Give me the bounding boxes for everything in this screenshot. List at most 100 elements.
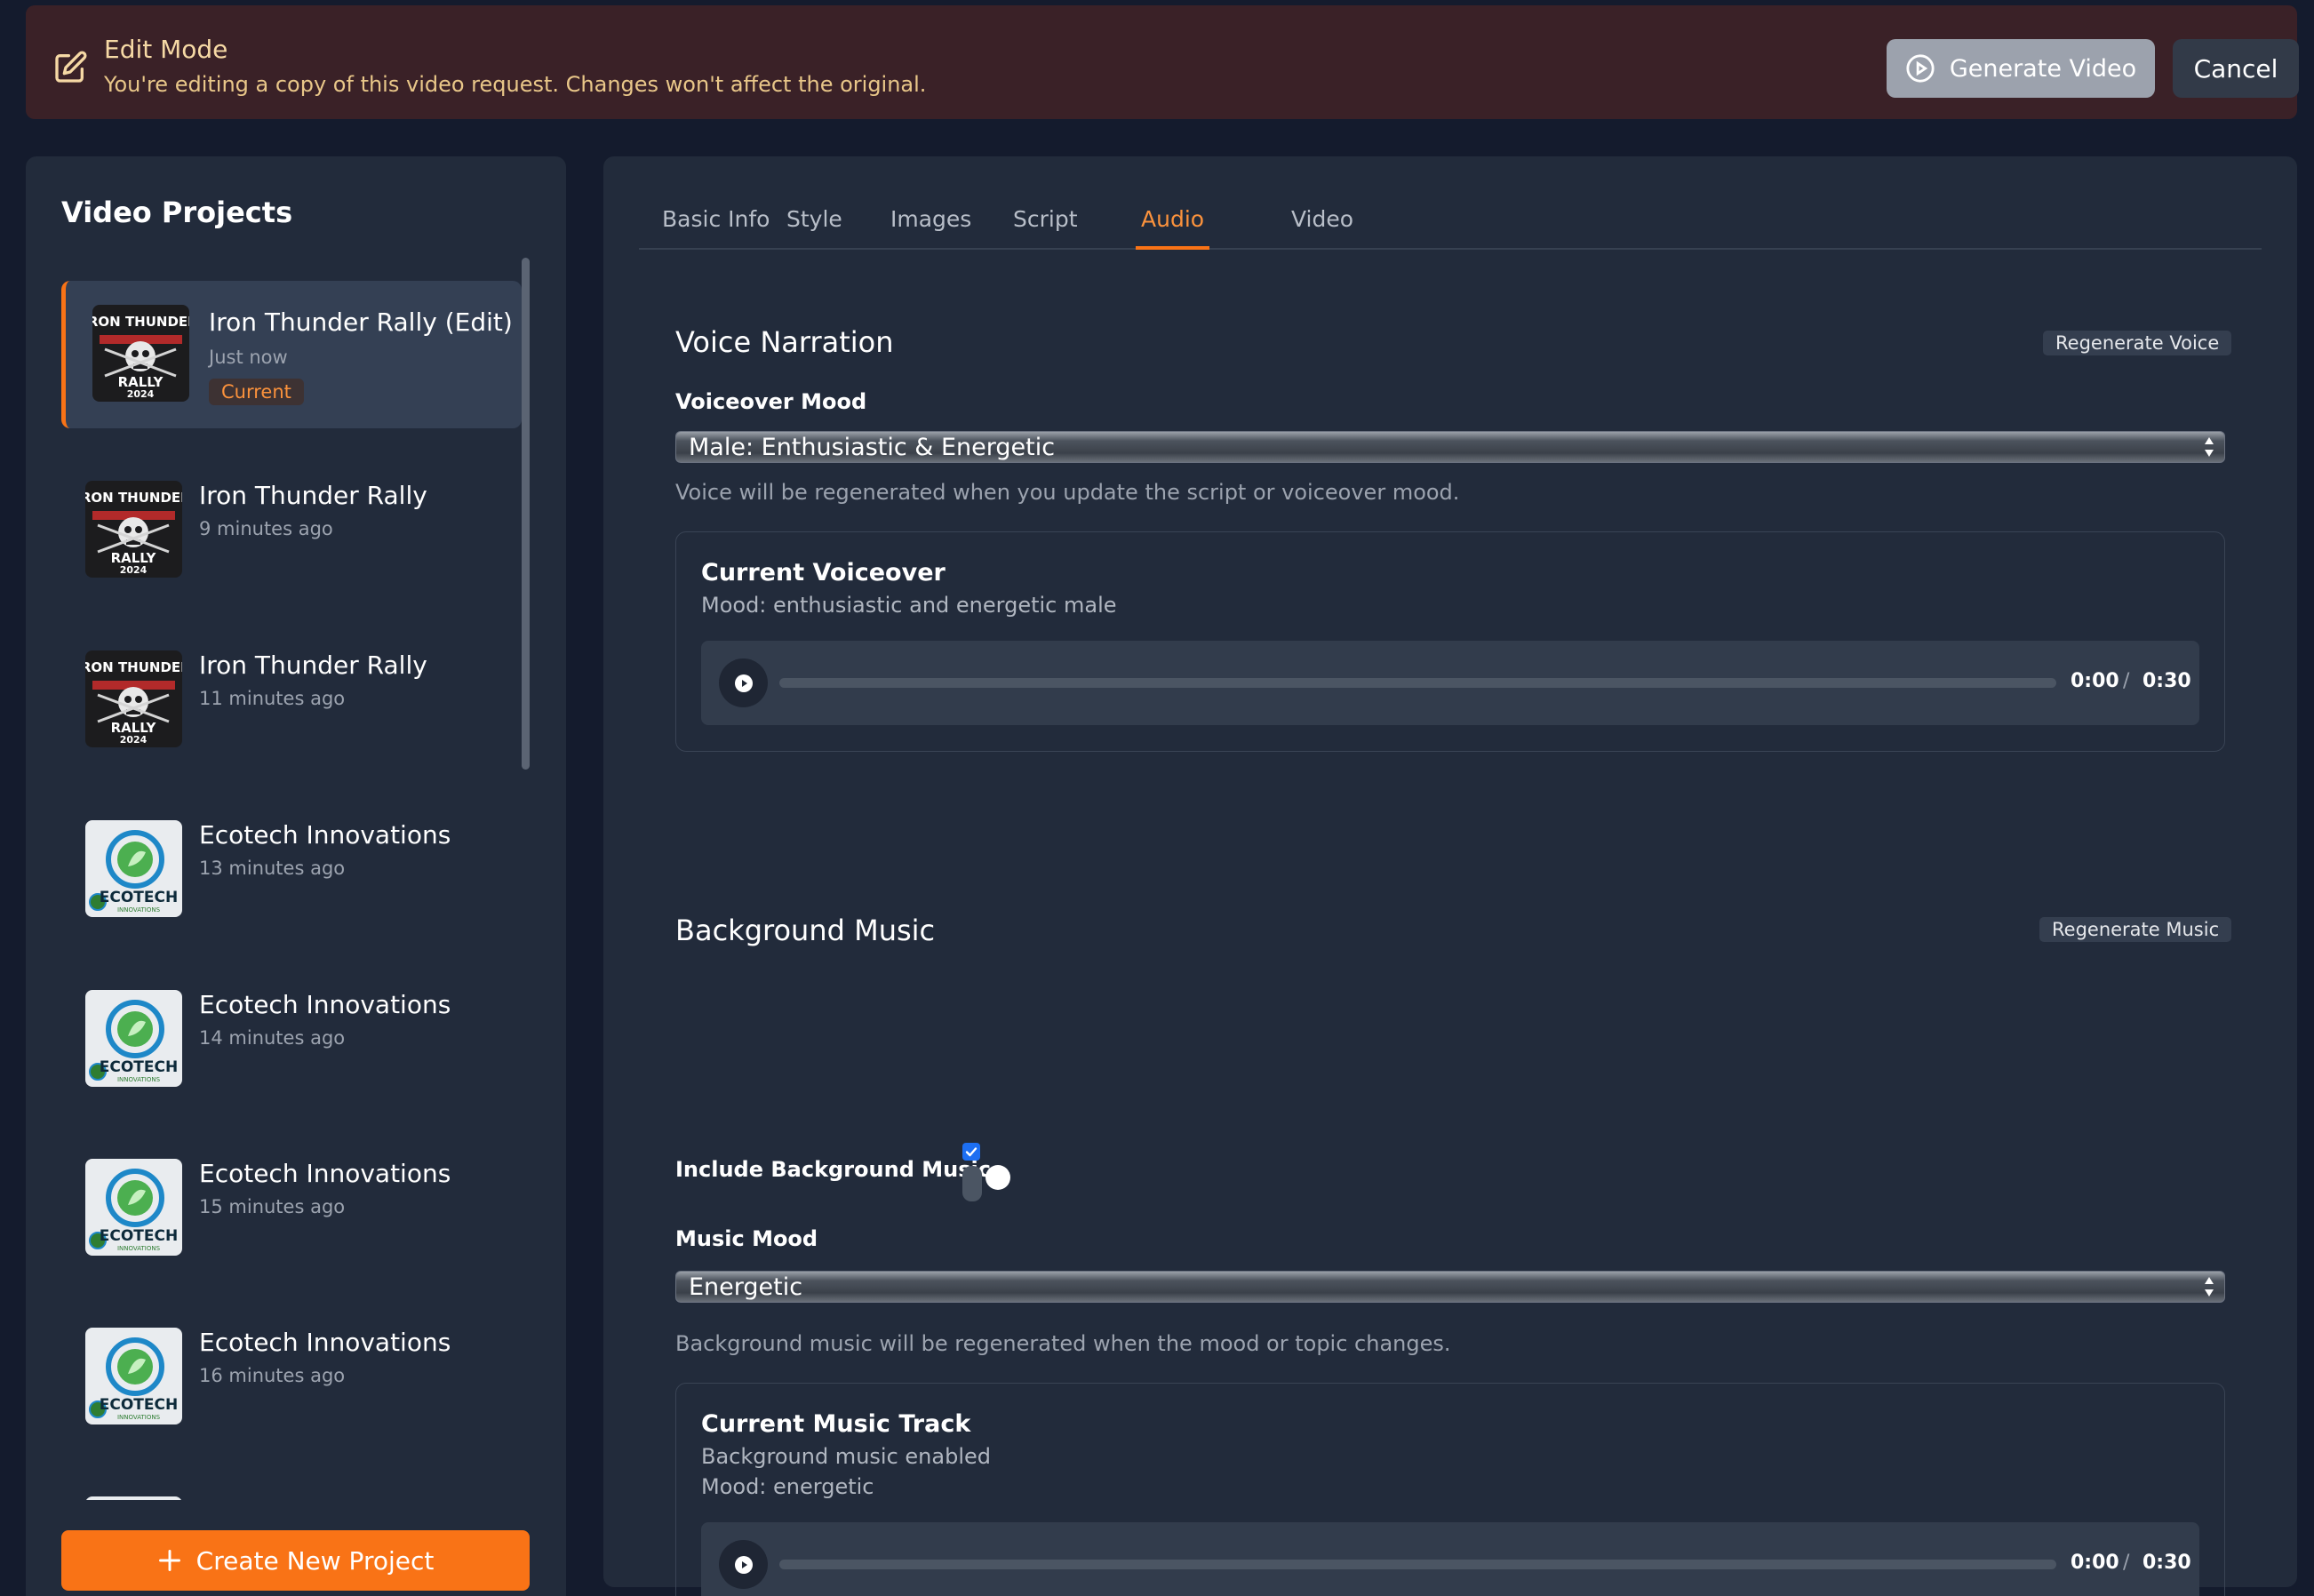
create-new-project-label: Create New Project [195,1545,435,1576]
generate-video-button[interactable]: Generate Video [1887,39,2155,98]
music-audio-player: 0:00/ 0:30 [701,1522,2199,1596]
project-item[interactable]: ECOTECH INNOVATIONS Ecotech Innovations 14 … [61,965,522,1113]
svg-text:INNOVATIONS: INNOVATIONS [117,1076,161,1083]
project-name: Iron Thunder Rally [199,481,427,510]
iron-thunder-rally-logo: IRON THUNDERRALLY2024 [85,650,182,747]
play-circle-icon [1906,54,1935,83]
select-arrows-icon [2205,437,2214,457]
tab-images[interactable]: Images [890,206,971,250]
current-voiceover-title: Current Voiceover [701,559,946,587]
music-mood-label: Music Mood [675,1226,818,1251]
music-progress-track[interactable] [779,1560,2056,1569]
regenerate-voice-button[interactable]: Regenerate Voice [2043,331,2232,355]
project-item-current[interactable]: IRON THUNDERRALLY2024 Iron Thunder Rally … [61,281,522,428]
toggle-knob[interactable] [985,1165,1010,1190]
music-mood-select[interactable]: Energetic [675,1271,2225,1303]
svg-text:2024: 2024 [127,388,155,400]
svg-text:IRON THUNDER: IRON THUNDER [85,659,182,675]
project-name: Iron Thunder Rally (Edit) [209,307,513,337]
svg-text:2024: 2024 [120,734,148,746]
voiceover-mood-value: Male: Enthusiastic & Energetic [689,434,1056,461]
voiceover-mood-label: Voiceover Mood [675,389,867,414]
iron-thunder-rally-logo: IRON THUNDERRALLY2024 [85,481,182,578]
ecotech-innovations-logo: ECOTECHINNOVATIONS [85,1328,182,1424]
svg-text:INNOVATIONS: INNOVATIONS [117,906,161,914]
play-icon [734,674,753,692]
generate-video-label: Generate Video [1949,54,2137,83]
project-name: Iron Thunder Rally [199,650,427,680]
music-total-time: 0:30 [2142,1552,2191,1574]
svg-text:INNOVATIONS: INNOVATIONS [117,1245,161,1252]
banner-subtitle: You're editing a copy of this video requ… [104,72,927,97]
project-name: Ecotech Innovations [199,990,451,1019]
project-item[interactable]: ECOTECH INNOVATIONS Ecotech Innovations 13 … [61,795,522,943]
tab-style[interactable]: Style [786,206,842,250]
edit-icon [55,51,87,83]
include-background-music-toggle[interactable] [962,1166,982,1201]
current-music-card: Current Music Track Background music enab… [675,1383,2225,1596]
music-hint: Background music will be regenerated whe… [675,1331,1451,1356]
music-time-separator: / [2123,1552,2130,1574]
sidebar-title: Video Projects [61,196,293,229]
select-arrows-icon [2205,1277,2214,1297]
iron-thunder-rally-logo: IRON THUNDERRALLY2024 [92,305,189,402]
voiceover-progress-track[interactable] [779,678,2056,688]
current-voiceover-mood: Mood: enthusiastic and energetic male [701,593,1117,618]
project-item[interactable]: IRON THUNDERRALLY2024 Iron Thunder Rally 9… [61,456,522,603]
svg-text:ECOTECH: ECOTECH [100,1227,178,1245]
svg-text:ECOTECH: ECOTECH [100,1396,178,1414]
project-item[interactable]: IRON THUNDERRALLY2024 Iron Thunder Rally 1… [61,626,522,773]
voiceover-play-button[interactable] [719,658,768,707]
background-music-title: Background Music [675,914,936,947]
svg-text:ECOTECH: ECOTECH [100,889,178,906]
project-timestamp: 14 minutes ago [199,1027,346,1049]
tab-basic-info[interactable]: Basic Info [662,206,770,250]
svg-text:IRON THUNDER: IRON THUNDER [92,314,189,330]
edit-mode-banner: Edit Mode You're editing a copy of this … [26,5,2299,119]
voiceover-total-time: 0:30 [2142,670,2191,692]
voice-hint: Voice will be regenerated when you updat… [675,480,1460,505]
checkmark-icon [965,1147,977,1157]
tab-video[interactable]: Video [1291,206,1353,250]
voiceover-audio-player: 0:00 / 0:30 [701,641,2199,725]
svg-text:ECOTECH: ECOTECH [100,1058,178,1076]
tab-audio[interactable]: Audio [1136,206,1210,250]
current-music-title: Current Music Track [701,1410,971,1438]
cancel-button[interactable]: Cancel [2173,39,2299,98]
voice-narration-title: Voice Narration [675,325,894,359]
project-name: Ecotech Innovations [199,1159,451,1188]
project-timestamp: 15 minutes ago [199,1196,346,1217]
banner-title: Edit Mode [104,35,228,64]
music-enabled-text: Background music enabled [701,1444,991,1469]
tab-script[interactable]: Script [1013,206,1078,250]
project-name: Ecotech Innovations [199,1328,451,1357]
music-play-button[interactable] [719,1540,768,1589]
play-icon [734,1555,753,1574]
project-list-scrollbar[interactable] [522,258,530,770]
tab-bar: Basic Info Style Images Script Audio Vid… [639,156,2262,250]
project-name: Ecotech Innovations [199,1496,451,1500]
svg-text:INNOVATIONS: INNOVATIONS [117,1414,161,1421]
voiceover-mood-select[interactable]: Male: Enthusiastic & Energetic [675,431,2225,463]
project-item[interactable]: ECOTECH INNOVATIONS Ecotech Innovations 16 … [61,1303,522,1450]
music-current-time: 0:00 [2071,1552,2119,1574]
ecotech-innovations-logo: ECOTECHINNOVATIONS [85,1159,182,1256]
include-background-music-label: Include Background Music [675,1157,991,1182]
project-item[interactable]: ECOTECHINNOVATIONS Ecotech Innovations [61,1472,522,1500]
voiceover-time-separator: / [2123,670,2130,692]
projects-sidebar: Video Projects IRON THUNDERRALLY2024 Iron… [26,156,566,1596]
voiceover-current-time: 0:00 [2071,670,2119,692]
project-timestamp: Just now [209,347,288,368]
ecotech-innovations-logo: ECOTECHINNOVATIONS [85,990,182,1087]
regenerate-music-button[interactable]: Regenerate Music [2039,917,2232,942]
project-name: Ecotech Innovations [199,820,451,850]
ecotech-innovations-logo: ECOTECHINNOVATIONS [85,1496,182,1500]
music-mood-value: Energetic [689,1273,803,1301]
project-item[interactable]: ECOTECH INNOVATIONS Ecotech Innovations 15 … [61,1134,522,1281]
create-new-project-button[interactable]: Create New Project [61,1530,530,1591]
project-list[interactable]: IRON THUNDERRALLY2024 Iron Thunder Rally … [61,281,523,1500]
svg-text:2024: 2024 [120,564,148,576]
include-background-music-checkbox[interactable] [962,1143,980,1161]
project-timestamp: 11 minutes ago [199,688,346,709]
ecotech-innovations-logo: ECOTECHINNOVATIONS [85,820,182,917]
